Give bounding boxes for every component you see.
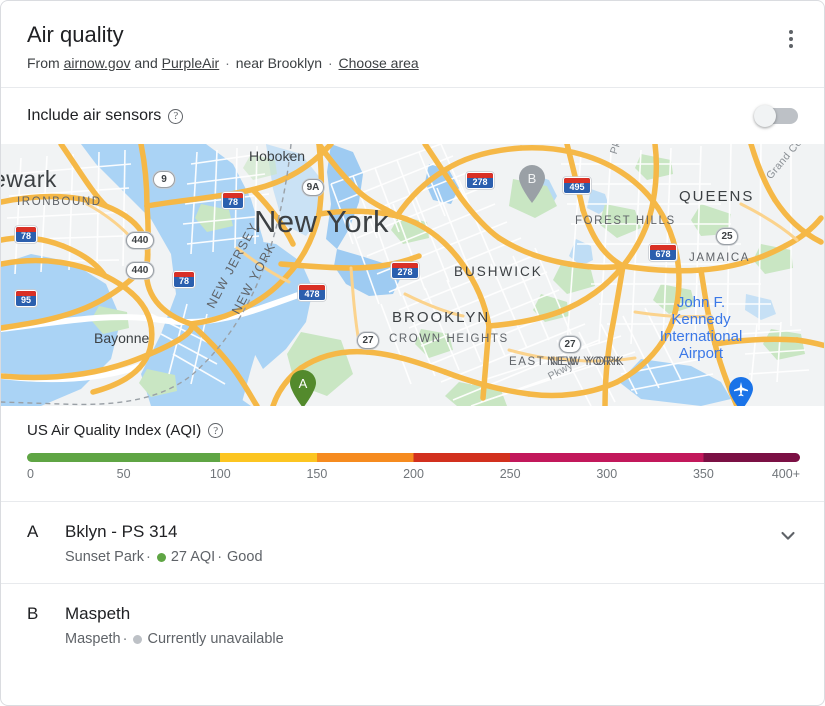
- help-circle-icon[interactable]: ?: [208, 423, 224, 438]
- from-label: From: [27, 55, 60, 71]
- highway-shield-i-495: 495: [563, 177, 591, 194]
- chevron-down-glyph: [781, 531, 795, 540]
- aqi-tick: 350: [692, 467, 714, 481]
- highway-shield-i-278-a: 278: [466, 172, 494, 189]
- aqi-scale-section: US Air Quality Index (AQI) ? 0 50 100 15…: [1, 406, 824, 501]
- airnow-link[interactable]: airnow.gov: [64, 55, 131, 71]
- aqi-scale-title: US Air Quality Index (AQI): [27, 422, 202, 439]
- highway-shield-i-78-a: 78: [222, 192, 244, 209]
- include-air-sensors-toggle[interactable]: [754, 105, 800, 127]
- station-b-neighborhood: Maspeth: [65, 631, 121, 647]
- highway-shield-i-95: 95: [15, 290, 37, 307]
- highway-shield-i-78-b: 78: [15, 226, 37, 243]
- highway-shield-us-9: 9: [153, 171, 175, 188]
- air-quality-card: Air quality From airnow.gov and PurpleAi…: [0, 0, 825, 706]
- separator-dot: ·: [217, 549, 223, 565]
- station-a-name: Bklyn - PS 314: [65, 522, 178, 541]
- highway-shield-i-278-b: 278: [391, 262, 419, 279]
- purpleair-link[interactable]: PurpleAir: [162, 55, 220, 71]
- aqi-scale-title-row: US Air Quality Index (AQI) ?: [27, 422, 800, 439]
- highway-shield-25: 25: [716, 228, 738, 245]
- highway-shield-440-a: 440: [126, 232, 154, 249]
- aqi-gradient-bar: [27, 453, 800, 462]
- separator-dot-1: ·: [225, 55, 230, 71]
- highway-shield-27-b: 27: [559, 336, 581, 353]
- highway-shield-i-478: 478: [298, 284, 326, 301]
- kebab-dot: [789, 30, 793, 34]
- choose-area-link[interactable]: Choose area: [339, 55, 419, 71]
- air-quality-map[interactable]: New York ewark Hoboken Bayonne IRONBOUND…: [1, 144, 824, 406]
- station-a-details: Sunset Park · 27 AQI · Good: [65, 549, 800, 565]
- kebab-dot: [789, 37, 793, 41]
- station-a-status: Good: [227, 549, 263, 565]
- page-title: Air quality: [27, 22, 124, 47]
- aqi-tick: 200: [403, 467, 424, 481]
- near-location-label: near Brooklyn: [235, 55, 323, 71]
- card-header: Air quality From airnow.gov and PurpleAi…: [1, 1, 824, 87]
- station-b-letter: B: [27, 604, 39, 623]
- highway-shield-us-9a: 9A: [302, 179, 324, 196]
- station-b-name: Maspeth: [65, 604, 131, 623]
- aqi-status-dot: [156, 552, 166, 562]
- help-circle-icon[interactable]: ?: [168, 108, 184, 124]
- highway-shield-i-78-c: 78: [173, 271, 195, 288]
- map-marker-b-pin: B: [519, 165, 545, 203]
- source-attribution: From airnow.gov and PurpleAir · near Bro…: [27, 53, 800, 73]
- aqi-tick-labels: 0 50 100 150 200 250 300 350 400+: [27, 467, 800, 487]
- station-row-a[interactable]: A Bklyn - PS 314 Sunset Park · 27 AQI · …: [1, 502, 824, 583]
- toggle-knob: [754, 105, 776, 127]
- highway-shield-i-678: 678: [649, 244, 677, 261]
- aqi-tick: 300: [596, 467, 618, 481]
- aqi-tick: 50: [116, 467, 131, 481]
- aqi-tick: 400+: [771, 467, 800, 481]
- aqi-status-dot: [133, 634, 143, 644]
- separator-dot: ·: [146, 549, 151, 565]
- station-a-letter: A: [27, 522, 39, 541]
- map-marker-a[interactable]: A: [288, 369, 318, 406]
- station-b-details: Maspeth · Currently unavailable: [65, 631, 800, 647]
- include-air-sensors-label: Include air sensors ?: [27, 107, 184, 125]
- station-a-neighborhood: Sunset Park: [65, 549, 144, 565]
- station-b-status: Currently unavailable: [147, 631, 284, 647]
- station-a-aqi: 27 AQI: [170, 549, 216, 565]
- station-b-header: B Maspeth: [27, 602, 800, 626]
- aqi-tick: 0: [27, 467, 34, 481]
- more-vert-icon[interactable]: [778, 23, 804, 55]
- include-air-sensors-row: Include air sensors ?: [1, 88, 824, 144]
- include-air-sensors-text: Include air sensors: [27, 107, 162, 124]
- separator-dot: ·: [122, 631, 128, 647]
- station-a-header: A Bklyn - PS 314: [27, 520, 800, 544]
- aqi-tick: 250: [499, 467, 521, 481]
- and-label: and: [134, 55, 158, 71]
- aqi-tick: 150: [306, 467, 328, 481]
- highway-shield-27-a: 27: [357, 332, 379, 349]
- map-marker-a-pin: A: [290, 370, 316, 406]
- svg-text:B: B: [528, 171, 537, 186]
- kebab-dot: [789, 44, 793, 48]
- svg-text:A: A: [299, 376, 308, 391]
- map-marker-b[interactable]: B: [517, 164, 547, 204]
- station-row-b[interactable]: B Maspeth Maspeth · Currently unavailabl…: [1, 584, 824, 665]
- highway-shield-440-b: 440: [126, 262, 154, 279]
- chevron-down-icon[interactable]: [776, 524, 800, 548]
- airport-marker[interactable]: [727, 376, 755, 406]
- separator-dot-2: ·: [327, 55, 333, 71]
- aqi-tick: 100: [209, 467, 231, 481]
- airplane-icon: [729, 377, 753, 406]
